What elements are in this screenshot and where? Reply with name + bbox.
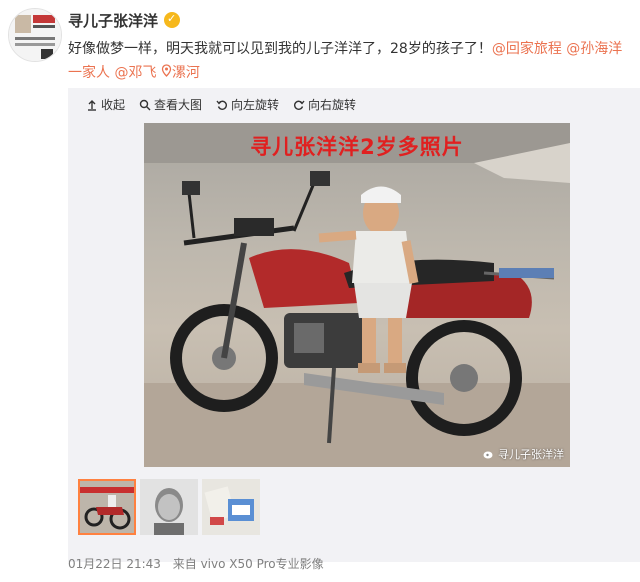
- rotate-left-button[interactable]: 向左旋转: [216, 96, 279, 113]
- view-large-label: 查看大图: [154, 98, 203, 112]
- location-label: 漯河: [171, 65, 200, 81]
- search-icon: [139, 99, 151, 110]
- thumbnail-document-image: [202, 479, 260, 535]
- rotate-right-label: 向右旋转: [308, 98, 357, 112]
- collapse-button[interactable]: 收起: [86, 96, 125, 113]
- post-footer: 01月22日 21:43 来自 vivo X50 Pro专业影像: [68, 555, 324, 572]
- media-panel: 收起 查看大图 向左旋转 向右旋转 寻儿张洋洋2岁多照片 寻儿子张洋洋: [68, 88, 640, 562]
- mention-link[interactable]: @回家旅程: [492, 41, 562, 57]
- thumbnail-strip: [78, 479, 260, 535]
- photo-watermark: 寻儿子张洋洋: [483, 446, 564, 462]
- view-large-button[interactable]: 查看大图: [139, 96, 202, 113]
- collapse-label: 收起: [101, 98, 126, 112]
- post-text: 好像做梦一样，明天我就可以见到我的儿子洋洋了，28岁的孩子了！@回家旅程 @孙海…: [68, 37, 628, 85]
- rotate-left-icon: [216, 100, 228, 110]
- rotate-right-icon: [294, 100, 305, 110]
- post-time[interactable]: 01月22日 21:43: [68, 557, 161, 571]
- thumbnail-portrait-image: [140, 479, 198, 535]
- avatar[interactable]: [8, 8, 62, 62]
- rotate-left-label: 向左旋转: [231, 98, 280, 112]
- post-body: 好像做梦一样，明天我就可以见到我的儿子洋洋了，28岁的孩子了！: [68, 41, 492, 57]
- motorcycle-photo-image: [144, 123, 570, 467]
- thumbnail-motorcycle-image: [80, 481, 134, 533]
- verified-badge-icon: [164, 12, 181, 28]
- rotate-right-button[interactable]: 向右旋转: [293, 96, 356, 113]
- mention-link[interactable]: @邓飞: [114, 65, 156, 81]
- username-row: 寻儿子张洋洋: [68, 10, 181, 31]
- post-source: 来自 vivo X50 Pro专业影像: [172, 557, 324, 571]
- media-toolbar: 收起 查看大图 向左旋转 向右旋转: [86, 96, 356, 113]
- thumbnail-2[interactable]: [140, 479, 198, 535]
- collapse-icon: [88, 99, 96, 111]
- main-photo[interactable]: 寻儿张洋洋2岁多照片 寻儿子张洋洋: [144, 123, 570, 467]
- weibo-logo-icon: [483, 451, 492, 459]
- username-link[interactable]: 寻儿子张洋洋: [68, 12, 158, 30]
- location-pin-icon: [161, 64, 172, 77]
- location-link[interactable]: 漯河: [161, 64, 200, 81]
- thumbnail-1[interactable]: [78, 479, 136, 535]
- photo-caption: 寻儿张洋洋2岁多照片: [250, 135, 464, 159]
- watermark-text: 寻儿子张洋洋: [498, 448, 564, 461]
- thumbnail-3[interactable]: [202, 479, 260, 535]
